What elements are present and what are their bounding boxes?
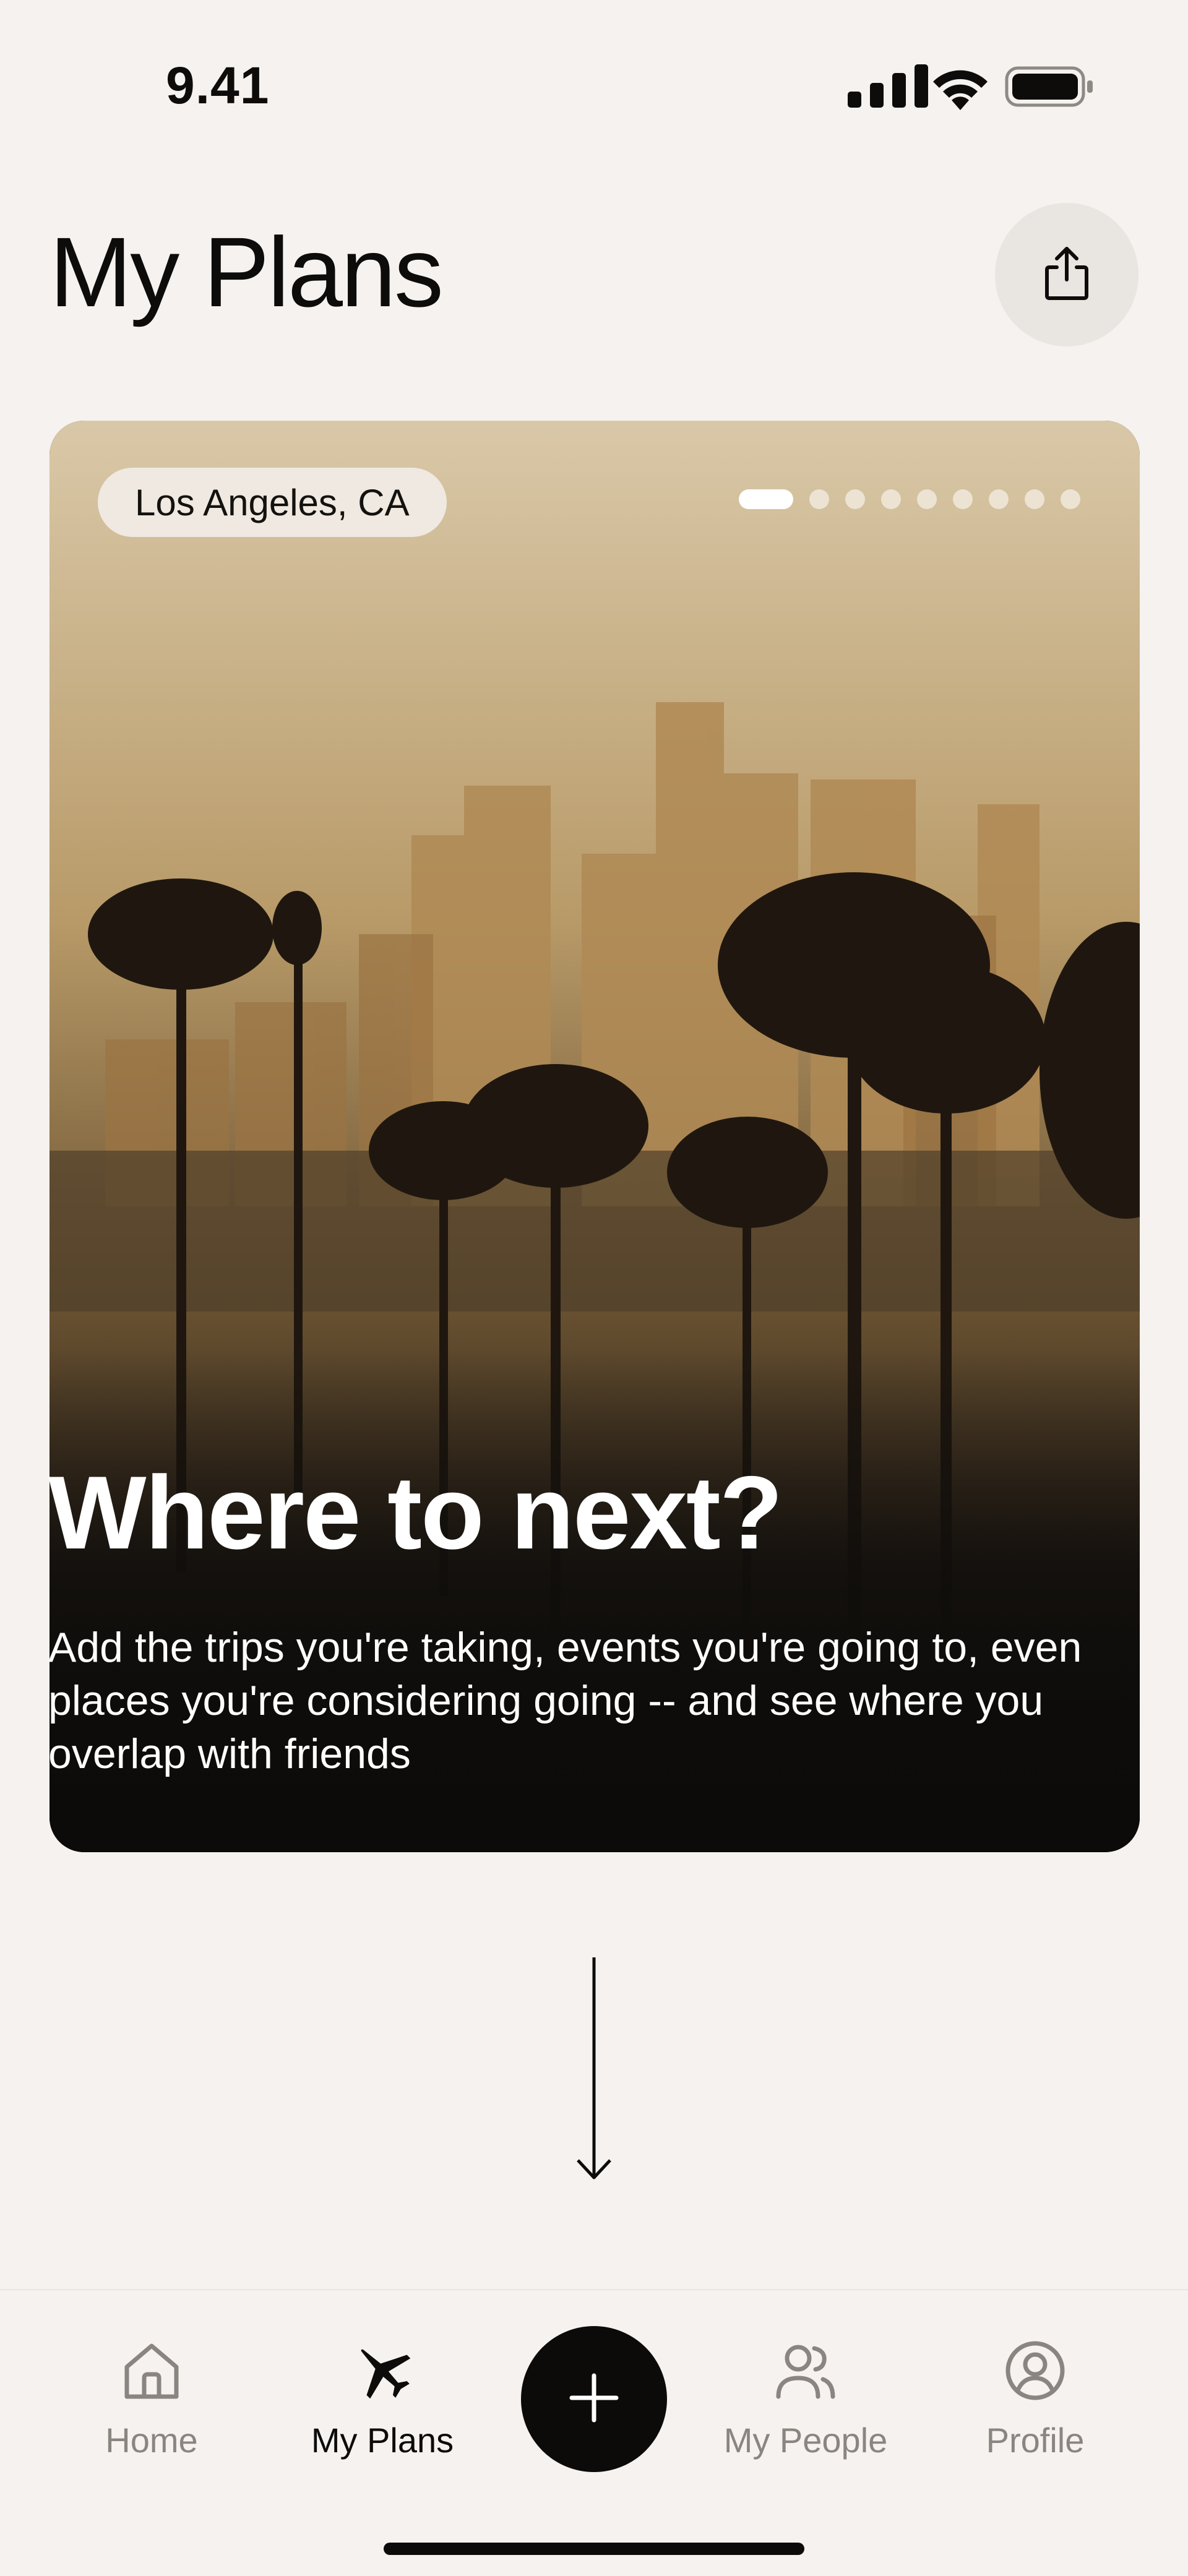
tab-home[interactable]: Home bbox=[53, 2340, 251, 2488]
tab-label: Home bbox=[105, 2421, 198, 2460]
pager-dot[interactable] bbox=[1061, 489, 1080, 509]
share-icon bbox=[1042, 245, 1091, 305]
home-indicator bbox=[384, 2543, 804, 2555]
profile-icon bbox=[1004, 2340, 1066, 2402]
share-button[interactable] bbox=[995, 203, 1138, 346]
pager-dot[interactable] bbox=[1025, 489, 1044, 509]
location-chip[interactable]: Los Angeles, CA bbox=[98, 468, 447, 537]
pager-dot[interactable] bbox=[845, 489, 865, 509]
wifi-icon bbox=[929, 64, 991, 110]
plus-icon bbox=[569, 2373, 619, 2426]
tab-label: My People bbox=[723, 2421, 888, 2460]
pager-dot[interactable] bbox=[881, 489, 901, 509]
hero-heading: Where to next? bbox=[48, 1454, 783, 1571]
battery-icon bbox=[1005, 64, 1095, 109]
tab-label: Profile bbox=[986, 2421, 1085, 2460]
status-icons bbox=[848, 64, 1095, 111]
pager-dot[interactable] bbox=[809, 489, 829, 509]
people-icon bbox=[775, 2340, 837, 2402]
tab-label: My Plans bbox=[311, 2421, 454, 2460]
tab-my-plans[interactable]: My Plans bbox=[283, 2340, 481, 2488]
pager-dot[interactable] bbox=[989, 489, 1009, 509]
pager-dot[interactable] bbox=[953, 489, 973, 509]
airplane-icon bbox=[351, 2340, 413, 2402]
pager-dot[interactable] bbox=[917, 489, 937, 509]
signal-icon bbox=[848, 64, 932, 108]
carousel-pager[interactable] bbox=[739, 489, 1080, 510]
hero-description: Add the trips you're taking, events you'… bbox=[48, 1624, 1082, 1777]
tab-profile[interactable]: Profile bbox=[936, 2340, 1134, 2488]
status-bar: 9.41 bbox=[0, 0, 1188, 161]
arrow-down-icon bbox=[577, 1957, 611, 2179]
home-icon bbox=[121, 2340, 183, 2402]
tab-my-people[interactable]: My People bbox=[707, 2340, 905, 2488]
pager-dot-active[interactable] bbox=[739, 489, 793, 509]
page-title: My Plans bbox=[50, 217, 444, 327]
status-time: 9.41 bbox=[166, 56, 270, 114]
add-button[interactable] bbox=[521, 2326, 667, 2472]
